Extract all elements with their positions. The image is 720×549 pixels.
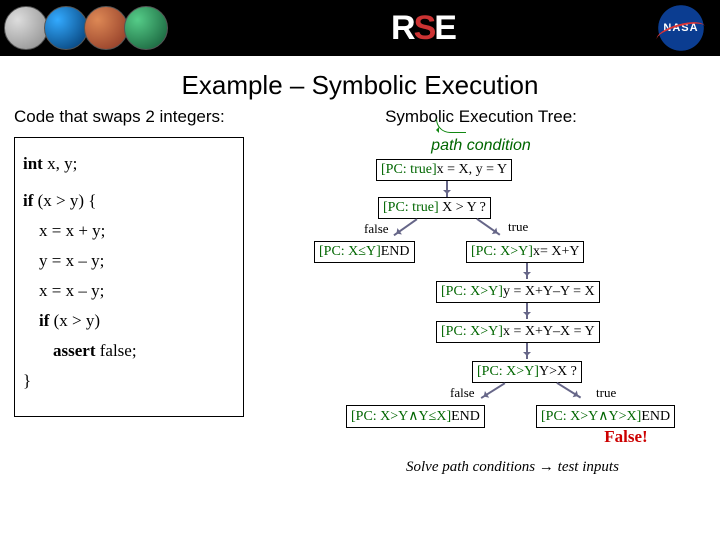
tree-node: [PC: X>Y]x = X+Y–X = Y bbox=[436, 321, 600, 343]
branch-label: false bbox=[450, 385, 475, 401]
arrow-icon bbox=[526, 343, 528, 359]
pc-arrow-icon bbox=[436, 119, 466, 133]
left-heading: Code that swaps 2 integers: bbox=[14, 107, 244, 127]
banner: RSE NASA bbox=[0, 0, 720, 56]
arrow-icon bbox=[526, 303, 528, 319]
footer-note: Solve path conditions → test inputs bbox=[406, 459, 619, 476]
tree-node: [PC: X>Y∧Y≤X]END bbox=[346, 405, 485, 428]
planet-row bbox=[0, 6, 164, 50]
earth-icon bbox=[44, 6, 88, 50]
nasa-logo: NASA bbox=[652, 4, 710, 52]
tree-node: [PC: X≤Y]END bbox=[314, 241, 415, 263]
arrow-icon bbox=[446, 181, 448, 197]
false-result: False! bbox=[566, 427, 686, 447]
code-box: int x, y; if (x > y) { x = x + y; y = x … bbox=[14, 137, 244, 417]
arrow-icon bbox=[393, 218, 417, 235]
tree-node: [PC: true] X > Y ? bbox=[378, 197, 491, 219]
arrow-icon bbox=[526, 263, 528, 279]
tree-node: [PC: X>Y]Y>X ? bbox=[472, 361, 582, 383]
branch-label: true bbox=[508, 219, 528, 235]
tree-node: [PC: X>Y]x= X+Y bbox=[466, 241, 584, 263]
tree-node: [PC: X>Y∧Y>X]END bbox=[536, 405, 675, 428]
mars-icon bbox=[84, 6, 128, 50]
tree-node: [PC: true]x = X, y = Y bbox=[376, 159, 512, 181]
tree-node: [PC: X>Y]y = X+Y–Y = X bbox=[436, 281, 600, 303]
arrow-icon bbox=[556, 382, 581, 398]
arrow-icon bbox=[481, 382, 506, 398]
moon-icon bbox=[4, 6, 48, 50]
execution-tree: [PC: true]x = X, y = Y [PC: true] X > Y … bbox=[256, 159, 706, 549]
rse-logo: RSE bbox=[391, 9, 455, 48]
slide-title: Example – Symbolic Execution bbox=[0, 70, 720, 101]
arrow-icon bbox=[476, 218, 500, 235]
path-condition-label: path condition bbox=[256, 137, 706, 155]
branch-label: false bbox=[364, 221, 389, 237]
planet-icon bbox=[124, 6, 168, 50]
branch-label: true bbox=[596, 385, 616, 401]
right-heading: Symbolic Execution Tree: bbox=[256, 107, 706, 127]
